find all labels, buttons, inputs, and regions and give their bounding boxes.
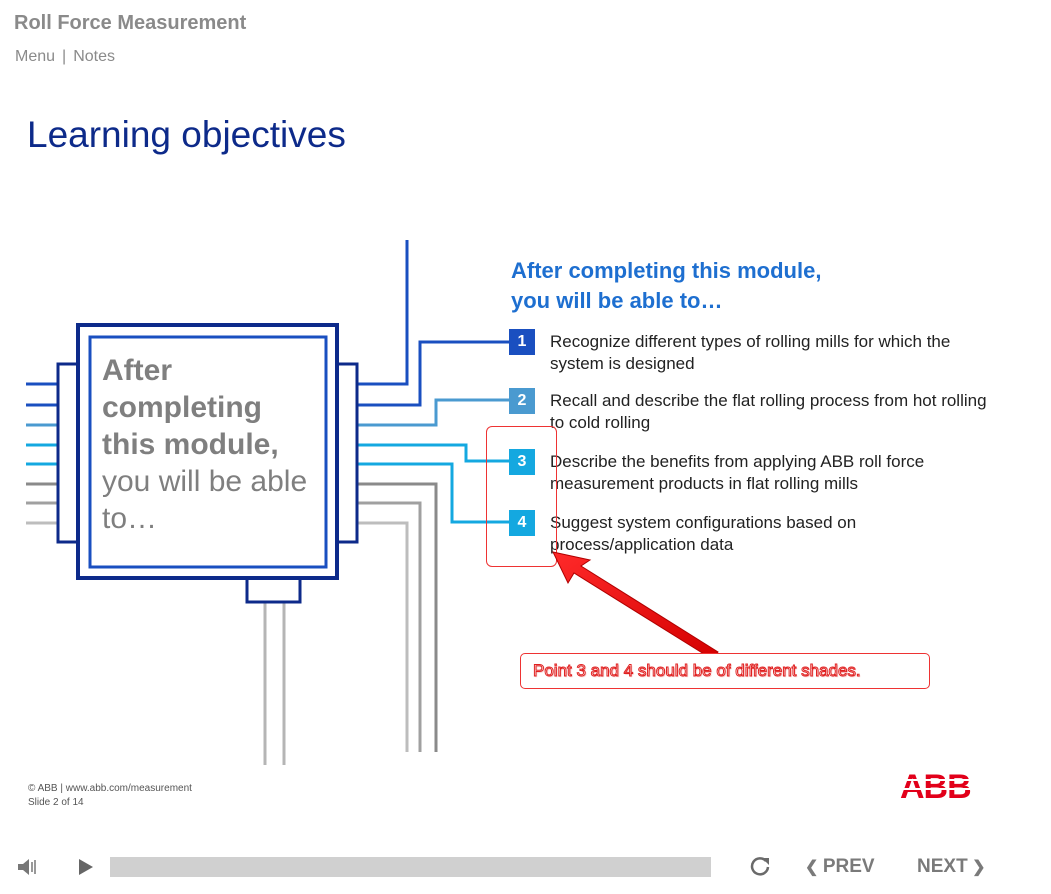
objective-text: Recognize different types of rolling mil…	[550, 332, 951, 373]
objectives-heading: After completing this module, you will b…	[511, 256, 821, 316]
slide-counter: Slide 2 of 14	[28, 797, 84, 808]
footer-copyright: © ABB | www.abb.com/measurement Slide 2 …	[28, 782, 192, 810]
annotation-highlight-box	[486, 426, 557, 567]
objective-item: 2 Recall and describe the flat rolling p…	[509, 388, 1029, 434]
svg-text:ABB: ABB	[900, 770, 971, 802]
play-icon[interactable]	[76, 857, 96, 877]
chip-normal-text: you will be able to…	[102, 465, 308, 535]
next-button[interactable]: NEXT ❯	[917, 856, 986, 878]
notes-link[interactable]: Notes	[73, 48, 115, 66]
course-title: Roll Force Measurement	[14, 12, 247, 34]
top-nav: Menu | Notes	[15, 48, 115, 66]
objective-item: 3 Describe the benefits from applying AB…	[509, 449, 1029, 495]
nav-separator: |	[62, 48, 67, 65]
objective-text: Suggest system configurations based on p…	[550, 513, 857, 554]
objective-text: Describe the benefits from applying ABB …	[550, 452, 925, 493]
replay-icon[interactable]	[748, 855, 772, 879]
abb-logo: ABB	[898, 770, 978, 802]
heading-line: After completing this module,	[511, 258, 822, 283]
annotation-callout: Point 3 and 4 should be of different sha…	[520, 653, 930, 689]
prev-label: PREV	[822, 856, 875, 877]
chip-bold-line: completing	[102, 391, 263, 424]
next-label: NEXT	[917, 856, 968, 877]
menu-link[interactable]: Menu	[15, 48, 55, 66]
chip-bold-line: After	[102, 354, 173, 387]
chevron-right-icon: ❯	[967, 859, 986, 876]
slide-title: Learning objectives	[27, 114, 346, 155]
progress-bar[interactable]	[110, 857, 711, 877]
objective-text: Recall and describe the flat rolling pro…	[550, 391, 987, 432]
objective-item: 1 Recognize different types of rolling m…	[509, 329, 1029, 375]
objective-number: 2	[509, 388, 535, 414]
chevron-left-icon: ❮	[805, 859, 823, 876]
copyright-text: © ABB | www.abb.com/measurement	[28, 783, 192, 794]
chip-bold-line: this module,	[102, 428, 279, 461]
objective-number: 1	[509, 329, 535, 355]
prev-button[interactable]: ❮ PREV	[805, 856, 875, 878]
chip-text: After completing this module, you will b…	[102, 352, 318, 537]
volume-icon[interactable]	[16, 856, 40, 878]
heading-line: you will be able to…	[511, 288, 723, 313]
objective-item: 4 Suggest system configurations based on…	[509, 510, 1029, 556]
